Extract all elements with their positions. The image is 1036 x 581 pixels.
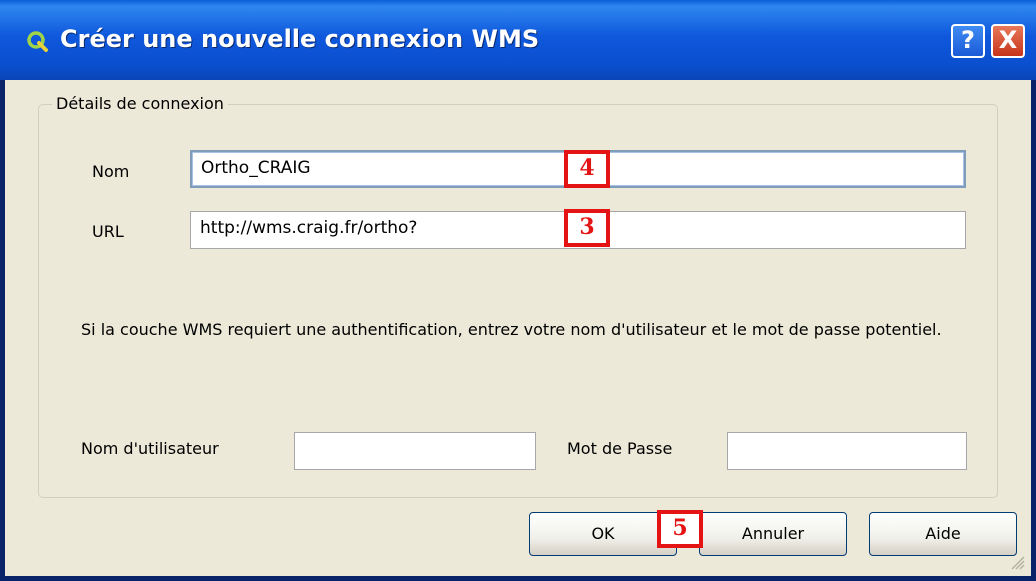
password-input[interactable] (727, 432, 967, 470)
url-input-value: http://wms.craig.fr/ortho? (200, 218, 418, 238)
help-icon: ? (961, 26, 975, 54)
window-title: Créer une nouvelle connexion WMS (60, 25, 540, 53)
resize-grip-icon[interactable] (1009, 554, 1025, 570)
auth-info-text: Si la couche WMS requiert une authentifi… (81, 320, 942, 339)
help-title-button[interactable]: ? (951, 24, 985, 58)
url-label: URL (92, 222, 124, 241)
dialog-window: Créer une nouvelle connexion WMS ? X Dét… (0, 0, 1036, 581)
cancel-button[interactable]: Annuler (699, 512, 847, 556)
username-label: Nom d'utilisateur (81, 439, 219, 458)
help-button[interactable]: Aide (869, 512, 1017, 556)
title-bar[interactable]: Créer une nouvelle connexion WMS ? X (0, 0, 1036, 80)
username-input[interactable] (294, 432, 536, 470)
annotation-badge-5: 5 (657, 510, 703, 548)
password-label: Mot de Passe (567, 439, 673, 458)
group-title: Détails de connexion (52, 94, 228, 113)
dialog-client-area: Détails de connexion Nom Ortho_CRAIG URL… (5, 80, 1031, 576)
ok-button[interactable]: OK (529, 512, 677, 556)
close-button[interactable]: X (991, 24, 1025, 58)
username-label-text: Nom d'utilisateur (81, 439, 219, 458)
qgis-icon (27, 31, 48, 52)
close-icon: X (998, 26, 1018, 54)
name-input-value: Ortho_CRAIG (201, 158, 311, 178)
annotation-badge-4: 4 (564, 150, 610, 188)
annotation-badge-3: 3 (564, 209, 610, 247)
name-label: Nom (92, 162, 130, 181)
